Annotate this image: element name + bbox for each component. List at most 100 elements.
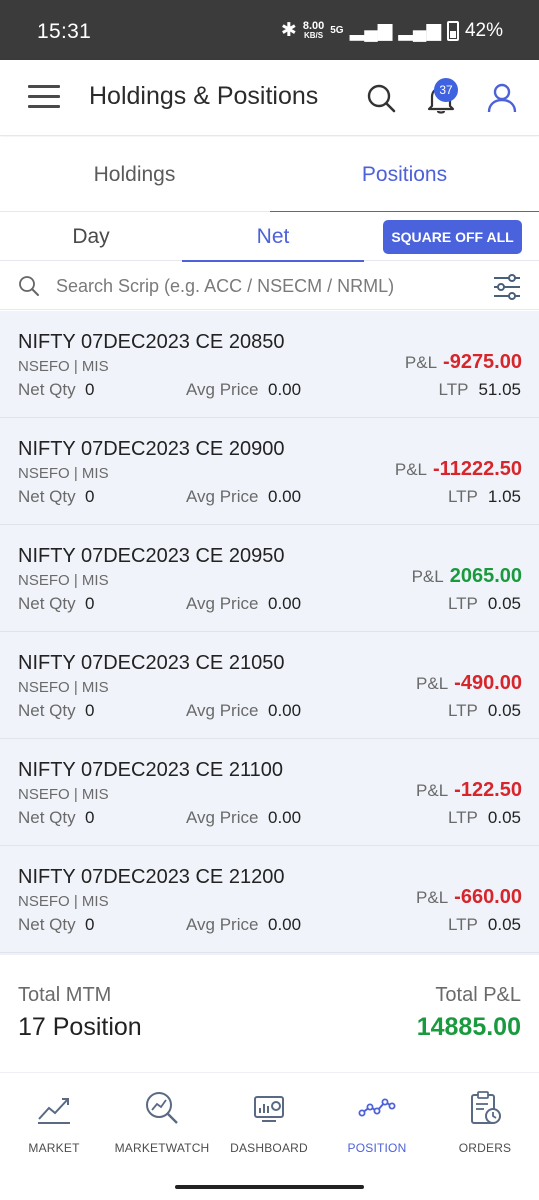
position-icon bbox=[358, 1098, 396, 1117]
nav-position-label: POSITION bbox=[347, 1141, 407, 1155]
avg-price-value: 0.00 bbox=[268, 915, 302, 934]
ltp: LTP 51.05 bbox=[439, 380, 521, 400]
ltp-value: 0.05 bbox=[487, 594, 521, 613]
net-qty-label: Net Qty bbox=[18, 380, 76, 399]
search-input[interactable]: Search Scrip (e.g. ACC / NSECM / NRML) bbox=[56, 276, 394, 297]
pnl: P&L -9275.00 bbox=[405, 351, 522, 374]
notification-count-badge: 37 bbox=[434, 78, 458, 102]
net-qty-label: Net Qty bbox=[18, 808, 76, 827]
ltp: LTP 0.05 bbox=[448, 701, 521, 721]
app-header: Holdings & Positions bbox=[0, 60, 539, 136]
total-pnl-value: 14885.00 bbox=[416, 1013, 521, 1041]
net-qty-label: Net Qty bbox=[18, 915, 76, 934]
nav-marketwatch[interactable]: MARKETWATCH bbox=[108, 1089, 216, 1155]
bottom-navigation: MARKET MARKETWATCH DASHBOARD POSITION OR… bbox=[0, 1072, 539, 1182]
position-row[interactable]: NIFTY 07DEC2023 CE 21100 NSEFO | MIS Net… bbox=[0, 739, 539, 846]
position-row[interactable]: NIFTY 07DEC2023 CE 20950 NSEFO | MIS Net… bbox=[0, 525, 539, 632]
pnl-label: P&L bbox=[404, 353, 438, 372]
main-tabs: Holdings Positions bbox=[0, 137, 539, 213]
nav-market-label: MARKET bbox=[28, 1141, 80, 1155]
filter-sliders-icon[interactable] bbox=[492, 273, 522, 301]
search-icon[interactable] bbox=[361, 78, 401, 118]
bluetooth-icon: ✱ bbox=[280, 20, 297, 41]
subtab-day[interactable]: Day bbox=[0, 212, 182, 261]
avg-price-label: Avg Price bbox=[186, 487, 259, 506]
tab-holdings[interactable]: Holdings bbox=[0, 137, 269, 212]
pnl: P&L -11222.50 bbox=[395, 458, 522, 481]
search-icon bbox=[19, 276, 39, 296]
avg-price-value: 0.00 bbox=[268, 701, 302, 720]
net-qty-value: 0 bbox=[85, 915, 95, 934]
exchange-product: NSEFO | MIS bbox=[18, 679, 109, 696]
nav-marketwatch-label: MARKETWATCH bbox=[114, 1141, 210, 1155]
ltp-label: LTP bbox=[447, 915, 478, 934]
nav-dashboard[interactable]: DASHBOARD bbox=[215, 1089, 323, 1155]
scrip-name: NIFTY 07DEC2023 CE 20900 bbox=[18, 438, 285, 460]
status-bar: 15:31 ✱ 8.00 KB/S 5G ▂▄▆ ▂▄▆ 42% bbox=[0, 0, 539, 60]
subtab-net[interactable]: Net bbox=[182, 212, 364, 262]
network-speed: 8.00 KB/S bbox=[302, 19, 325, 40]
scrip-name: NIFTY 07DEC2023 CE 21100 bbox=[18, 759, 283, 781]
avg-price-value: 0.00 bbox=[268, 487, 302, 506]
pnl-value: -11222.50 bbox=[433, 458, 522, 480]
ltp-label: LTP bbox=[447, 808, 478, 827]
position-row[interactable]: NIFTY 07DEC2023 CE 21200 NSEFO | MIS Net… bbox=[0, 846, 539, 953]
avg-price-label: Avg Price bbox=[186, 808, 259, 827]
pnl-label: P&L bbox=[416, 781, 449, 800]
exchange-product: NSEFO | MIS bbox=[18, 786, 109, 803]
nav-orders[interactable]: ORDERS bbox=[431, 1089, 539, 1155]
positions-list: NIFTY 07DEC2023 CE 20850 NSEFO | MIS Net… bbox=[0, 311, 539, 955]
pnl-label: P&L bbox=[394, 460, 428, 479]
net-qty-value: 0 bbox=[85, 808, 95, 827]
exchange-product: NSEFO | MIS bbox=[18, 893, 109, 910]
net-qty-label: Net Qty bbox=[18, 594, 76, 613]
ltp: LTP 1.05 bbox=[448, 487, 521, 507]
status-time: 15:31 bbox=[37, 20, 92, 43]
home-indicator[interactable] bbox=[175, 1185, 364, 1189]
net-qty-value: 0 bbox=[85, 701, 95, 720]
avg-price-label: Avg Price bbox=[186, 594, 259, 613]
page-title: Holdings & Positions bbox=[89, 82, 319, 110]
pnl-label: P&L bbox=[416, 888, 449, 907]
pnl-label: P&L bbox=[411, 567, 444, 586]
pnl-value: -490.00 bbox=[454, 672, 522, 694]
pnl: P&L 2065.00 bbox=[412, 565, 522, 588]
marketwatch-icon bbox=[146, 1092, 178, 1124]
ltp-label: LTP bbox=[447, 594, 478, 613]
ltp: LTP 0.05 bbox=[448, 808, 521, 828]
pnl: P&L -122.50 bbox=[416, 779, 522, 802]
pnl-label: P&L bbox=[416, 674, 449, 693]
ltp-value: 1.05 bbox=[487, 487, 521, 506]
hamburger-menu-icon[interactable] bbox=[28, 85, 60, 111]
position-row[interactable]: NIFTY 07DEC2023 CE 20850 NSEFO | MIS Net… bbox=[0, 311, 539, 418]
avg-price-label: Avg Price bbox=[186, 380, 259, 399]
scrip-name: NIFTY 07DEC2023 CE 21200 bbox=[18, 866, 285, 888]
net-qty-label: Net Qty bbox=[18, 487, 76, 506]
exchange-product: NSEFO | MIS bbox=[18, 572, 109, 589]
user-profile-icon[interactable] bbox=[482, 78, 522, 118]
ltp: LTP 0.05 bbox=[448, 594, 521, 614]
nav-position[interactable]: POSITION bbox=[323, 1089, 431, 1155]
avg-price-value: 0.00 bbox=[268, 808, 302, 827]
avg-price-label: Avg Price bbox=[186, 915, 259, 934]
position-row[interactable]: NIFTY 07DEC2023 CE 21050 NSEFO | MIS Net… bbox=[0, 632, 539, 739]
scrip-name: NIFTY 07DEC2023 CE 20850 bbox=[18, 331, 285, 353]
net-qty-value: 0 bbox=[85, 487, 95, 506]
net-qty-label: Net Qty bbox=[18, 701, 76, 720]
position-row[interactable]: NIFTY 07DEC2023 CE 20900 NSEFO | MIS Net… bbox=[0, 418, 539, 525]
ltp-value: 0.05 bbox=[487, 808, 521, 827]
tab-positions[interactable]: Positions bbox=[270, 137, 539, 213]
scrip-name: NIFTY 07DEC2023 CE 20950 bbox=[18, 545, 285, 567]
ltp: LTP 0.05 bbox=[448, 915, 521, 935]
dashboard-icon bbox=[254, 1096, 284, 1122]
nav-dashboard-label: DASHBOARD bbox=[230, 1141, 308, 1155]
net-qty-value: 0 bbox=[85, 380, 95, 399]
square-off-all-button[interactable]: SQUARE OFF ALL bbox=[383, 220, 522, 254]
nav-market[interactable]: MARKET bbox=[0, 1089, 108, 1155]
network-type: 5G bbox=[330, 25, 344, 36]
pnl-value: -660.00 bbox=[454, 886, 522, 908]
pnl: P&L -490.00 bbox=[416, 672, 522, 695]
total-mtm-value: 17 Position bbox=[18, 1013, 142, 1041]
search-bar[interactable]: Search Scrip (e.g. ACC / NSECM / NRML) bbox=[0, 262, 539, 310]
totals-footer: Total MTM 17 Position Total P&L 14885.00 bbox=[0, 962, 539, 1058]
